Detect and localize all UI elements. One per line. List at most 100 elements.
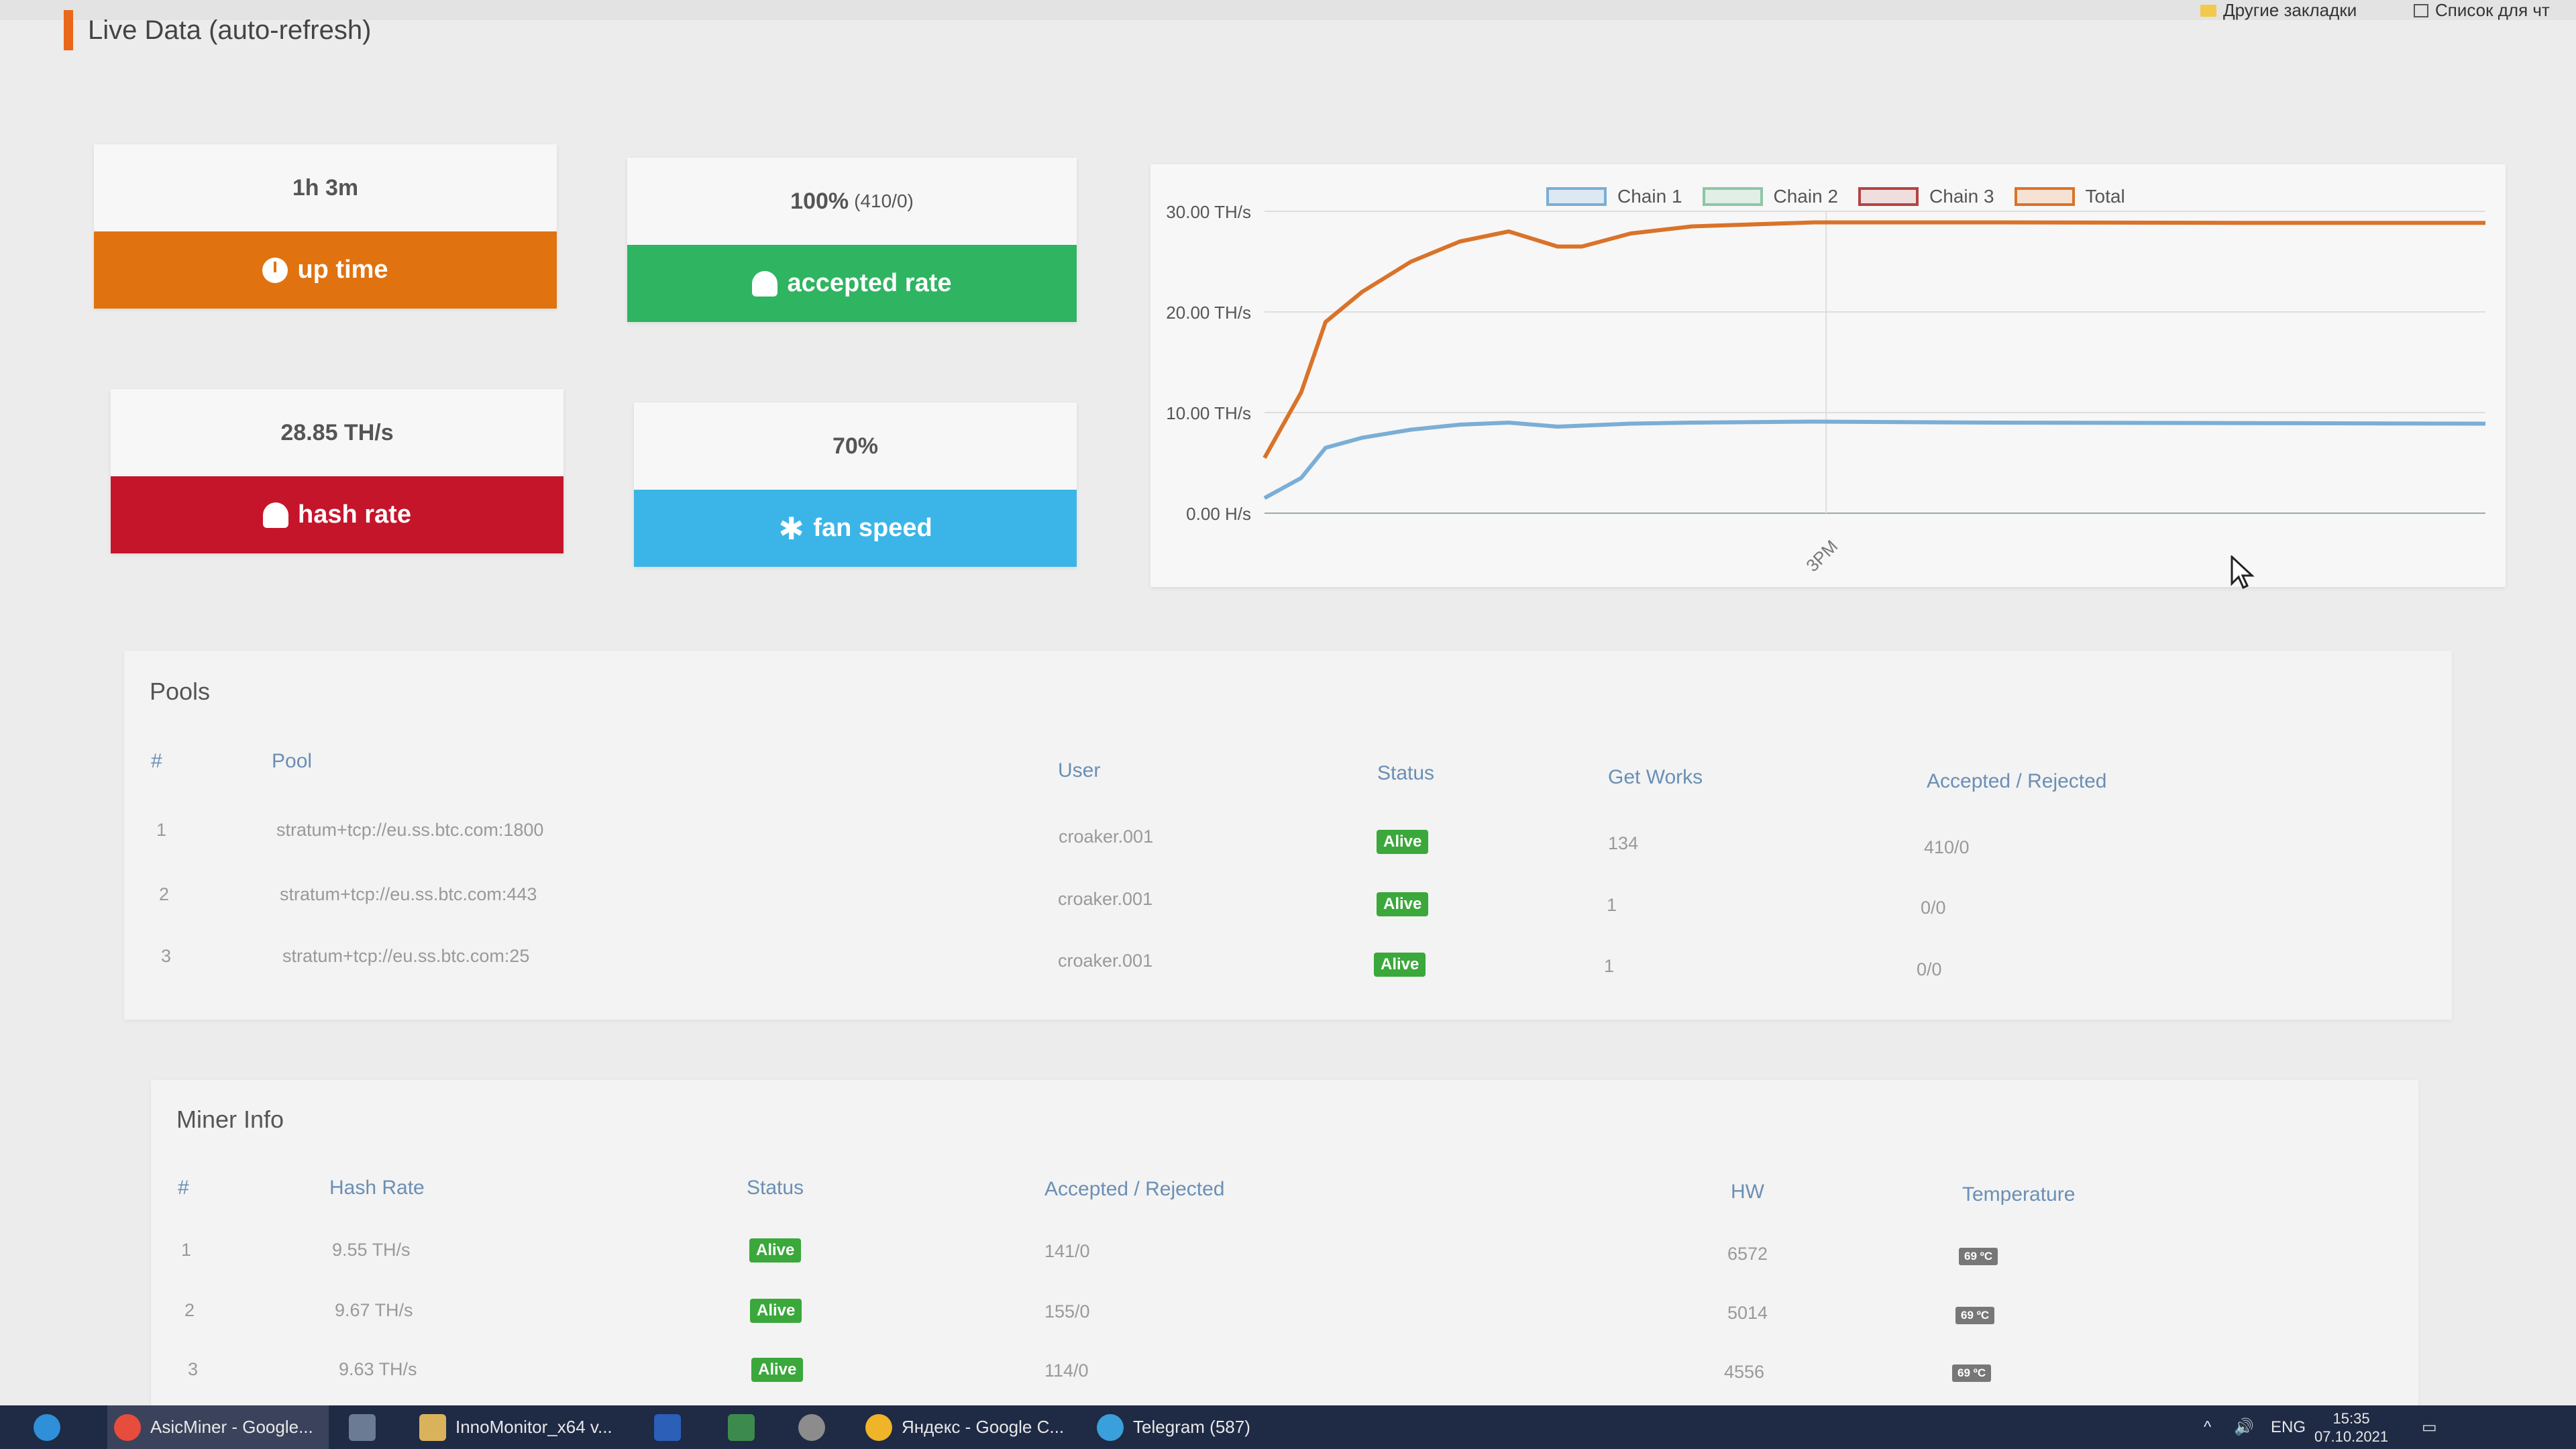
taskbar-ie[interactable] [34, 1405, 60, 1449]
miner-hash-rate: 9.55 TH/s [332, 1240, 411, 1260]
temperature-badge: 69 ºC [1955, 1307, 1995, 1324]
accepted-rate-value: 100% [790, 188, 849, 214]
gauge-icon [263, 502, 289, 528]
taskbar-item-telegram[interactable]: Telegram (587) [1097, 1405, 1250, 1449]
hash-rate-label: hash rate [298, 500, 411, 529]
taskbar-clock[interactable]: 15:35 07.10.2021 [2314, 1409, 2388, 1446]
status-badge: Alive [750, 1299, 802, 1323]
hashrate-chart: 30.00 TH/s 20.00 TH/s 10.00 TH/s 0.00 H/s 3P… [1150, 164, 2506, 587]
miner-col-hw: HW [1731, 1181, 1764, 1203]
pool-user: croaker.001 [1059, 826, 1154, 847]
pool-get-works: 1 [1604, 956, 1615, 976]
taskbar-item-label: Яндекс - Google C... [902, 1417, 1065, 1437]
miner-accepted-rejected: 141/0 [1044, 1241, 1090, 1261]
hash-rate-label-bar: hash rate [111, 476, 564, 553]
pool-row-number: 3 [161, 946, 172, 966]
uptime-label-bar: up time [94, 231, 557, 309]
folder-icon [419, 1413, 446, 1441]
miner-row-number: 2 [184, 1300, 195, 1320]
reading-list[interactable]: Список для чт [2414, 0, 2550, 21]
chart-legend: Chain 1 Chain 2 Chain 3 Total [1546, 186, 2125, 207]
legend-label-chain1[interactable]: Chain 1 [1617, 186, 1682, 207]
status-badge: Alive [1377, 830, 1429, 854]
page-title: Live Data (auto-refresh) [64, 10, 371, 50]
chart-canvas: 30.00 TH/s 20.00 TH/s 10.00 TH/s 0.00 H/s 3P… [1166, 202, 2486, 576]
miner-hw: 4556 [1724, 1362, 1765, 1382]
accepted-rate-value-row: 100% (410/0) [627, 158, 1077, 245]
x-tick-label: 3PM [1802, 536, 1841, 576]
miner-hash-rate: 9.63 TH/s [339, 1359, 417, 1379]
pool-get-works: 1 [1607, 895, 1617, 915]
pools-title: Pools [150, 678, 211, 705]
windows-taskbar: AsicMiner - Google... InnoMonitor_x64 v.… [0, 1405, 2576, 1449]
reading-list-label: Список для чт [2435, 0, 2550, 20]
taskbar-item-asicminer[interactable]: AsicMiner - Google... [107, 1405, 329, 1449]
clock-icon [262, 257, 288, 283]
taskbar-item-yandex[interactable]: Яндекс - Google C... [865, 1405, 1064, 1449]
chrome-icon [114, 1413, 141, 1441]
bookmarks-bar: Другие закладки Список для чт [0, 0, 2576, 20]
taskbar-app[interactable] [798, 1405, 825, 1449]
pool-accepted-rejected: 0/0 [1917, 959, 1942, 979]
pool-user: croaker.001 [1058, 951, 1153, 971]
gauge-icon [752, 270, 778, 297]
taskbar-word[interactable] [654, 1405, 681, 1449]
taskbar-item-label: InnoMonitor_x64 v... [455, 1417, 612, 1437]
folder-icon [2200, 4, 2216, 17]
miner-accepted-rejected: 114/0 [1044, 1360, 1089, 1381]
miner-hash-rate: 9.67 TH/s [335, 1300, 413, 1320]
pool-row-number: 1 [156, 820, 167, 840]
miner-row-number: 3 [188, 1359, 199, 1379]
bookmark-folder-label: Другие закладки [2223, 0, 2357, 20]
miner-col-status: Status [747, 1177, 804, 1199]
uptime-card: 1h 3m up time [94, 144, 557, 309]
status-badge: Alive [1377, 892, 1429, 916]
uptime-value: 1h 3m [292, 174, 359, 201]
temperature-badge: 69 ºC [1959, 1248, 1998, 1265]
pools-panel: Pools # Pool User Status Get Works Accep… [124, 651, 2452, 1020]
pool-user: croaker.001 [1058, 889, 1153, 909]
fan-icon: ✱ [778, 511, 804, 546]
excel-icon [728, 1413, 755, 1441]
taskbar-excel[interactable] [728, 1405, 755, 1449]
status-badge: Alive [751, 1358, 804, 1382]
status-badge: Alive [749, 1238, 802, 1263]
status-badge: Alive [1374, 953, 1426, 977]
volume-icon[interactable]: 🔊 [2234, 1405, 2254, 1449]
app-icon [798, 1413, 825, 1441]
pools-col-get-works: Get Works [1608, 766, 1703, 788]
fan-speed-label: fan speed [813, 514, 932, 542]
miner-hw: 5014 [1727, 1303, 1768, 1323]
taskbar-item-innomonitor[interactable]: InnoMonitor_x64 v... [419, 1405, 612, 1449]
hash-rate-value: 28.85 TH/s [280, 419, 394, 445]
taskbar-item-label: Telegram (587) [1133, 1417, 1250, 1437]
temperature-badge: 69 ºC [1952, 1364, 1992, 1382]
legend-swatch-chain3 [1858, 187, 1919, 206]
clock-time: 15:35 [2332, 1410, 2370, 1427]
pool-get-works: 134 [1608, 833, 1639, 853]
fan-speed-value: 70% [832, 433, 879, 459]
language-indicator[interactable]: ENG [2271, 1405, 2306, 1449]
miner-info-title: Miner Info [176, 1106, 284, 1133]
taskbar-calculator[interactable] [349, 1405, 376, 1449]
clock-date: 07.10.2021 [2314, 1428, 2389, 1445]
tray-chevron-icon[interactable]: ^ [2204, 1405, 2211, 1449]
bookmark-folder-other[interactable]: Другие закладки [2200, 0, 2357, 21]
legend-label-chain2[interactable]: Chain 2 [1774, 186, 1839, 207]
legend-swatch-total [2014, 187, 2075, 206]
legend-label-chain3[interactable]: Chain 3 [1929, 186, 1994, 207]
y-tick-label: 0.00 H/s [1186, 504, 1251, 524]
y-tick-label: 30.00 TH/s [1166, 202, 1251, 222]
miner-col-accepted-rejected: Accepted / Rejected [1044, 1178, 1225, 1200]
notifications-icon[interactable]: ▭ [2422, 1405, 2437, 1449]
legend-swatch-chain1 [1546, 187, 1607, 206]
accepted-rate-card: 100% (410/0) accepted rate [627, 158, 1077, 322]
uptime-label: up time [297, 256, 388, 284]
pools-col-user: User [1058, 759, 1101, 782]
legend-label-total[interactable]: Total [2086, 186, 2125, 207]
miner-hw: 6572 [1727, 1244, 1768, 1264]
chrome-icon [865, 1413, 892, 1441]
telegram-icon [1097, 1413, 1124, 1441]
pools-col-status: Status [1377, 762, 1435, 784]
pool-url: stratum+tcp://eu.ss.btc.com:443 [280, 884, 537, 904]
